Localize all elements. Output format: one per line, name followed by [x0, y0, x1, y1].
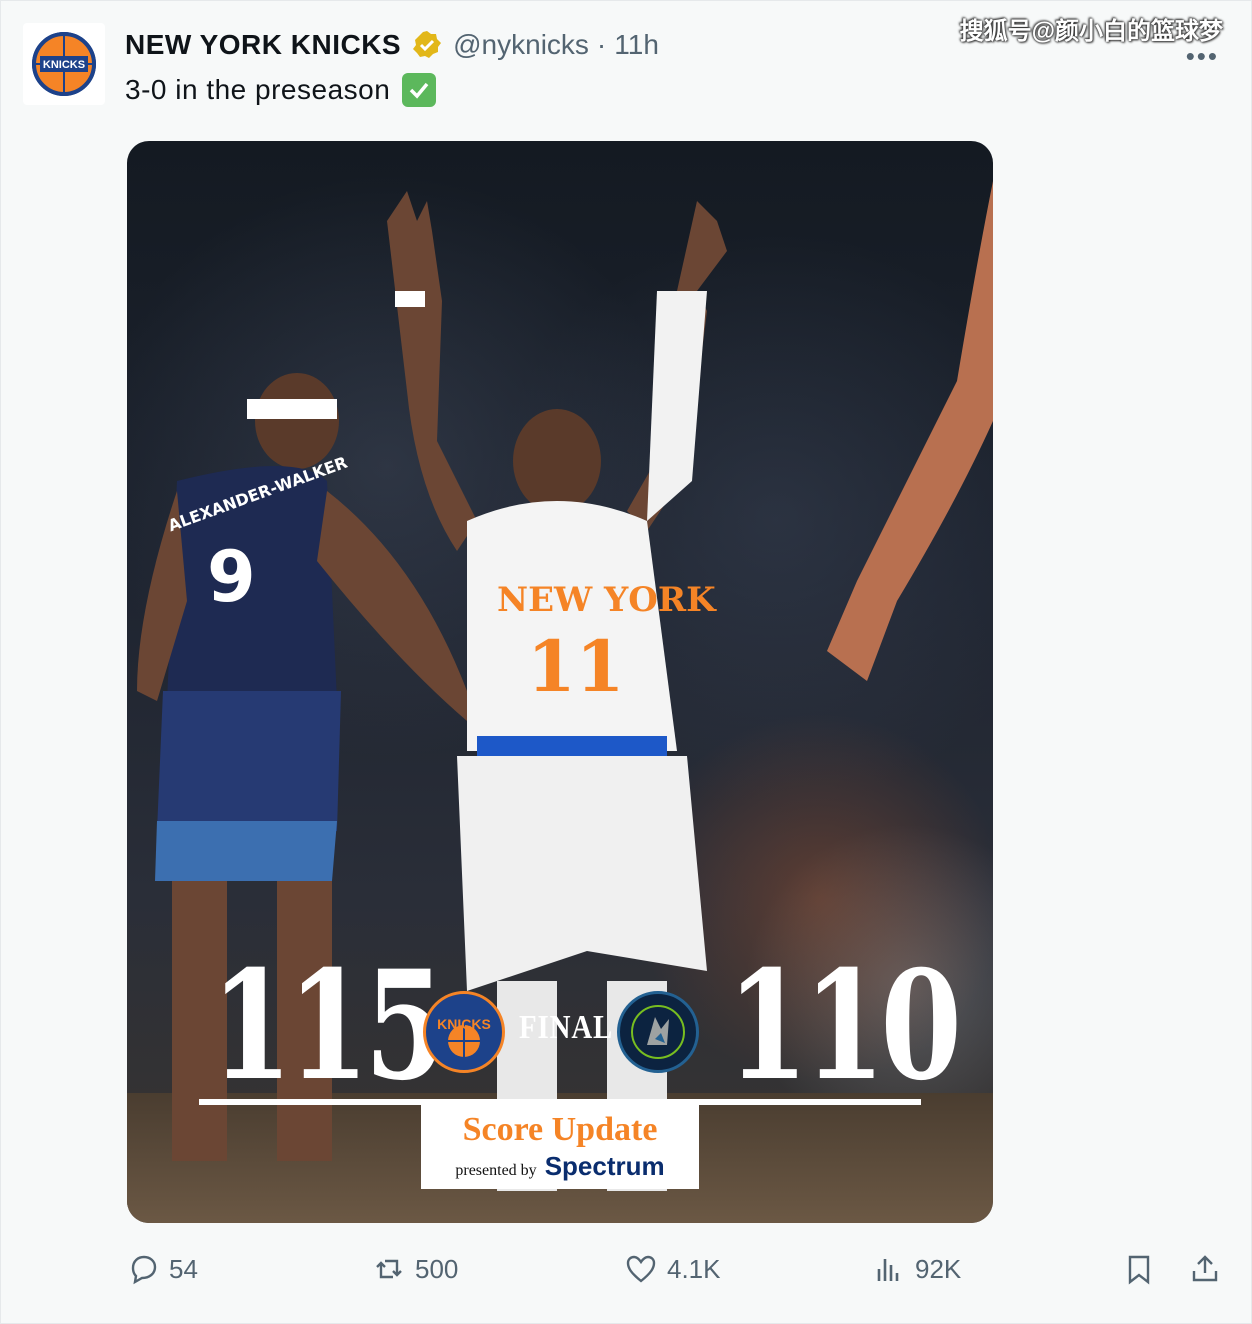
sponsor-block: Score Update presented by Spectrum — [421, 1103, 699, 1189]
account-handle[interactable]: @nyknicks — [453, 29, 589, 61]
timberwolves-team-logo-icon — [617, 991, 699, 1073]
home-jersey-number: 11 — [527, 625, 624, 708]
views-count: 92K — [915, 1253, 962, 1284]
home-logo-text: KNICKS — [437, 1016, 491, 1032]
knicks-team-logo-icon: KNICKS — [423, 991, 505, 1073]
views-button[interactable]: 92K — [873, 1253, 961, 1285]
reply-button[interactable]: 54 — [127, 1253, 198, 1285]
sponsor-line: presented by Spectrum — [421, 1151, 699, 1182]
bookmark-icon — [1128, 1255, 1150, 1285]
avatar-text: KNICKS — [43, 59, 85, 71]
verified-badge-icon — [413, 31, 442, 58]
separator-dot: · — [596, 29, 607, 60]
bookmark-button[interactable] — [1123, 1253, 1155, 1285]
third-player-arm — [827, 181, 993, 681]
home-score: 115 — [211, 938, 446, 1114]
tweet-body: 3-0 in the preseason — [125, 74, 391, 105]
reply-icon — [131, 1255, 157, 1285]
away-jersey-number: 9 — [207, 536, 256, 618]
repost-button[interactable]: 500 — [373, 1253, 458, 1285]
share-icon — [1192, 1255, 1218, 1282]
like-icon — [626, 1255, 656, 1283]
sponsor-title: Score Update — [462, 1111, 658, 1148]
tweet-text: 3-0 in the preseason — [125, 73, 437, 107]
sponsor-sub: presented by — [455, 1162, 537, 1179]
home-jersey-name: NEW YORK — [497, 580, 717, 620]
check-emoji-icon — [402, 73, 437, 107]
action-bar: 54 500 4.1K 92K — [1, 1253, 1252, 1293]
views-icon — [877, 1259, 899, 1281]
avatar[interactable]: KNICKS — [23, 23, 105, 105]
score-graphic[interactable]: 9 ALEXANDER-WALKER NEW YORK 11 115 KNICK… — [127, 141, 993, 1223]
account-name[interactable]: NEW YORK KNICKS — [125, 29, 401, 61]
like-count: 4.1K — [667, 1253, 721, 1284]
away-score: 110 — [727, 938, 962, 1114]
repost-count: 500 — [415, 1253, 459, 1284]
knicks-logo-icon: KNICKS — [32, 32, 96, 96]
more-icon[interactable]: ••• — [1186, 41, 1219, 72]
timestamp[interactable]: 11h — [614, 29, 659, 61]
watermark: 搜狐号@颜小白的篮球梦 — [959, 18, 1223, 45]
share-button[interactable] — [1189, 1253, 1221, 1285]
repost-icon — [376, 1259, 402, 1279]
game-status: FINAL — [519, 1009, 614, 1046]
tweet-card: KNICKS NEW YORK KNICKS @nyknicks · 11h 搜… — [0, 0, 1252, 1324]
like-button[interactable]: 4.1K — [625, 1253, 721, 1285]
sponsor-brand: Spectrum — [544, 1151, 665, 1181]
tweet-header: NEW YORK KNICKS @nyknicks · 11h — [125, 25, 659, 65]
reply-count: 54 — [169, 1253, 198, 1284]
